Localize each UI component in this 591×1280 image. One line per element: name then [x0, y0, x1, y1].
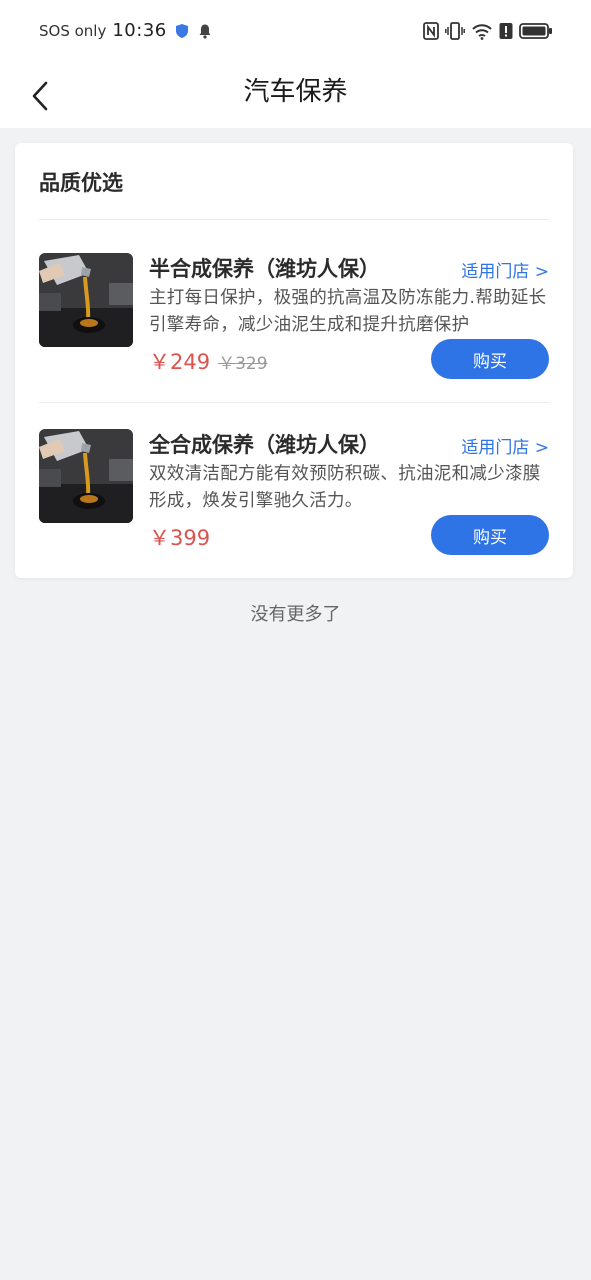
bell-icon [199, 24, 211, 39]
price-row: ￥399 [149, 522, 210, 552]
section-title: 品质优选 [39, 171, 123, 195]
status-right [423, 22, 553, 40]
current-price: ￥399 [149, 526, 211, 550]
no-more-text: 没有更多了 [250, 604, 341, 625]
oil-pouring-photo [39, 253, 133, 347]
vibrate-icon [445, 22, 465, 40]
buy-button[interactable]: 购买 [431, 515, 549, 555]
battery-icon [519, 23, 552, 39]
wifi-icon [472, 24, 492, 40]
product-description: 主打每日保护，极强的抗高温及防冻能力.帮助延长引擎寿命，减少油泥生成和提升抗磨保… [149, 288, 547, 335]
divider [39, 219, 549, 220]
product-name: 全合成保养（潍坊人保） [149, 433, 380, 457]
current-price: ￥249 [149, 350, 211, 374]
product-image[interactable] [39, 253, 133, 347]
page-title: 汽车保养 [243, 77, 348, 107]
buy-button[interactable]: 购买 [431, 339, 549, 379]
oil-pouring-photo [39, 429, 133, 523]
store-link[interactable]: 适用门店 > [461, 257, 549, 282]
status-left: SOS only 10:36 [39, 20, 213, 41]
clock: 10:36 [112, 20, 167, 41]
sos-label: SOS only [39, 21, 107, 40]
status-bar: SOS only 10:36 [0, 0, 591, 64]
shield-icon [175, 23, 188, 38]
product-description: 双效清洁配方能有效预防积碳、抗油泥和减少漆膜形成，焕发引擎驰久活力。 [149, 464, 541, 511]
product-item[interactable]: 全合成保养（潍坊人保） 适用门店 > 双效清洁配方能有效预防积碳、抗油泥和减少漆… [39, 429, 549, 579]
nav-bar: 汽车保养 [0, 64, 591, 128]
nfc-icon [423, 22, 439, 40]
product-name: 半合成保养（潍坊人保） [149, 257, 380, 281]
store-link[interactable]: 适用门店 > [461, 433, 549, 458]
price-row: ￥249 ￥329 [149, 346, 268, 376]
alert-icon [499, 23, 513, 39]
product-card: 品质优选 半合成保养（潍坊人保） 适用门店 > 主打每日保护，极强的抗高温及防冻… [15, 143, 573, 578]
original-price: ￥329 [218, 354, 268, 374]
product-image[interactable] [39, 429, 133, 523]
divider [39, 402, 549, 403]
product-item[interactable]: 半合成保养（潍坊人保） 适用门店 > 主打每日保护，极强的抗高温及防冻能力.帮助… [39, 253, 549, 403]
